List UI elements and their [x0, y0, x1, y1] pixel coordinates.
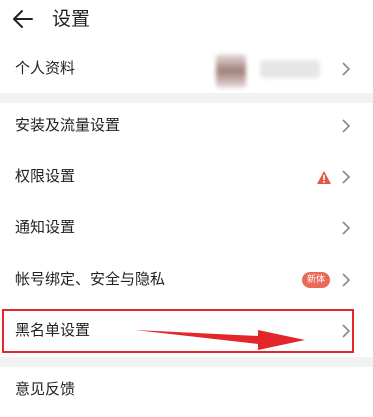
chevron-right-icon	[342, 119, 351, 133]
menu-item-label: 意见反馈	[15, 380, 76, 398]
chevron-right-icon	[342, 62, 351, 76]
new-badge: 新体	[301, 272, 330, 288]
username-blurred	[260, 60, 320, 78]
menu-item-notifications[interactable]: 通知设置	[0, 202, 373, 254]
menu-item-label: 个人资料	[15, 59, 76, 77]
chevron-right-icon	[342, 221, 351, 235]
top-bar: 设置	[0, 0, 373, 40]
avatar	[216, 54, 246, 88]
menu-item-install-traffic[interactable]: 安装及流量设置	[0, 100, 373, 152]
menu-item-label: 帐号绑定、安全与隐私	[15, 270, 166, 288]
back-arrow-icon[interactable]	[10, 6, 36, 32]
menu-item-feedback[interactable]: 意见反馈	[0, 364, 373, 416]
chevron-right-icon	[342, 170, 351, 184]
chevron-right-icon	[342, 273, 351, 287]
page-title: 设置	[52, 8, 91, 30]
menu-item-label: 安装及流量设置	[15, 116, 121, 134]
menu-item-label: 通知设置	[15, 218, 76, 236]
menu-item-label: 权限设置	[15, 167, 76, 185]
highlight-box	[2, 309, 354, 353]
warning-triangle-icon	[317, 171, 331, 184]
